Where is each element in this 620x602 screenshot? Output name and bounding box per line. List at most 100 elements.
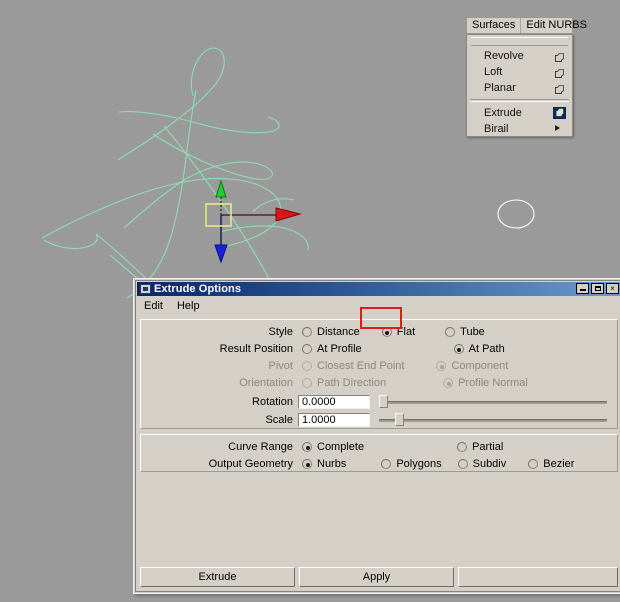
extrude-button[interactable]: Extrude — [140, 567, 295, 587]
radio-orientation-profile-normal — [443, 378, 454, 388]
menu-separator — [470, 99, 569, 102]
manipulator-y-arrow — [215, 179, 227, 198]
nurbs-circle — [497, 199, 535, 229]
pivot-row: Pivot Closest End Point Component — [141, 359, 617, 373]
flat-option-highlight-annotation — [360, 307, 402, 329]
scale-slider[interactable] — [379, 413, 607, 427]
menu-item-birail[interactable]: Birail — [467, 121, 572, 137]
radio-orientation-path-direction-label: Path Direction — [317, 377, 387, 389]
menu-item-loft[interactable]: Loft — [467, 64, 572, 80]
radio-style-tube-label: Tube — [460, 326, 485, 338]
radio-output-bezier-label: Bezier — [543, 458, 575, 470]
radio-style-tube[interactable] — [445, 327, 456, 337]
titlebar-button-group[interactable]: × — [576, 283, 619, 294]
result-position-row: Result Position At Profile At Path — [141, 342, 617, 356]
minimize-button[interactable] — [576, 283, 589, 294]
option-box-icon[interactable] — [555, 67, 564, 78]
pivot-label: Pivot — [268, 360, 293, 372]
menu-item-label: Birail — [484, 123, 509, 135]
radio-output-polygons[interactable] — [381, 459, 392, 469]
nurbs-curve-5 — [41, 177, 282, 247]
radio-style-distance-label: Distance — [317, 326, 360, 338]
curve-range-label: Curve Range — [228, 441, 293, 453]
radio-result-at-path-label: At Path — [468, 343, 505, 355]
curve-range-row: Curve Range Complete Partial — [141, 440, 617, 454]
close-button[interactable]: × — [606, 283, 619, 294]
radio-output-subdiv-label: Subdiv — [472, 458, 507, 470]
nurbs-curve-4 — [123, 133, 273, 229]
radio-result-at-profile-label: At Profile — [317, 343, 362, 355]
surfaces-menu-panel[interactable]: Revolve Loft Planar Extrude Birail — [466, 34, 573, 137]
rotation-slider[interactable] — [379, 395, 607, 409]
maximize-button[interactable] — [591, 283, 604, 294]
orientation-label: Orientation — [239, 377, 293, 389]
nurbs-curve-group — [41, 47, 309, 303]
radio-result-at-profile[interactable] — [302, 344, 312, 354]
maya-window-icon — [140, 284, 151, 294]
rotation-slider-handle[interactable] — [379, 395, 388, 408]
radio-curve-range-complete-label: Complete — [317, 441, 365, 453]
output-geometry-label: Output Geometry — [208, 458, 293, 470]
radio-output-nurbs-label: Nurbs — [317, 458, 347, 470]
menu-tab-surfaces[interactable]: Surfaces — [467, 18, 522, 33]
radio-curve-range-partial[interactable] — [457, 442, 468, 452]
menu-tearoff-handle[interactable] — [471, 37, 568, 46]
nurbs-curve-2 — [118, 111, 280, 134]
rotation-slider-track — [379, 401, 607, 404]
maya-menu-strip[interactable]: Surfaces Edit NURBS — [466, 17, 587, 34]
radio-style-distance[interactable] — [302, 327, 312, 337]
option-box-icon[interactable] — [555, 51, 564, 62]
radio-orientation-profile-normal-label: Profile Normal — [458, 377, 528, 389]
rotation-input[interactable]: 0.0000 — [298, 395, 370, 409]
rotation-row: Rotation 0.0000 — [141, 395, 617, 409]
radio-output-bezier[interactable] — [528, 459, 539, 469]
dialog-title: Extrude Options — [154, 283, 242, 295]
scale-slider-handle[interactable] — [395, 413, 404, 426]
scale-label: Scale — [265, 414, 293, 426]
menu-item-label: Revolve — [484, 50, 524, 62]
extrude-settings-panel: Style Distance Flat Tube Result Position… — [140, 319, 618, 429]
nurbs-curve-3 — [126, 89, 197, 299]
style-label: Style — [268, 326, 293, 338]
chevron-right-icon — [555, 125, 560, 131]
radio-curve-range-complete[interactable] — [302, 442, 312, 452]
menu-tab-edit-nurbs[interactable]: Edit NURBS — [521, 18, 592, 33]
result-position-label: Result Position — [219, 343, 293, 355]
radio-pivot-component-label: Component — [451, 360, 509, 372]
option-box-icon-selected[interactable] — [553, 107, 566, 119]
radio-orientation-path-direction — [302, 378, 312, 388]
close-icon: × — [610, 284, 615, 293]
radio-curve-range-partial-label: Partial — [472, 441, 504, 453]
option-box-icon[interactable] — [555, 83, 564, 94]
radio-output-polygons-label: Polygons — [396, 458, 442, 470]
menu-item-planar[interactable]: Planar — [467, 80, 572, 96]
radio-pivot-closest-end-point — [302, 361, 312, 371]
dialog-titlebar[interactable]: Extrude Options × — [137, 282, 620, 296]
dialog-menu-edit[interactable]: Edit — [144, 300, 163, 316]
output-geometry-row: Output Geometry Nurbs Polygons Subdiv Be… — [141, 457, 617, 471]
radio-output-nurbs[interactable] — [302, 459, 312, 469]
radio-pivot-component — [436, 361, 447, 371]
scale-row: Scale 1.0000 — [141, 413, 617, 427]
scale-slider-track — [379, 419, 607, 422]
menu-item-label: Planar — [484, 82, 516, 94]
menu-item-label: Loft — [484, 66, 503, 78]
third-button[interactable] — [458, 567, 618, 587]
scale-input[interactable]: 1.0000 — [298, 413, 370, 427]
nurbs-curve-1 — [117, 47, 225, 161]
dialog-menu-help[interactable]: Help — [177, 300, 200, 316]
manipulator-z-arrow — [214, 244, 228, 264]
radio-output-subdiv[interactable] — [457, 459, 468, 469]
radio-pivot-closest-end-point-label: Closest End Point — [317, 360, 405, 372]
nurbs-curve-11 — [252, 198, 295, 213]
radio-result-at-path[interactable] — [453, 344, 464, 354]
orientation-row: Orientation Path Direction Profile Norma… — [141, 376, 617, 390]
menu-item-label: Extrude — [484, 107, 522, 119]
menu-item-revolve[interactable]: Revolve — [467, 48, 572, 64]
apply-button[interactable]: Apply — [299, 567, 454, 587]
nurbs-curve-6 — [43, 233, 98, 250]
manipulator-x-arrow — [275, 207, 302, 222]
rotation-label: Rotation — [252, 396, 293, 408]
nurbs-curve-8 — [219, 225, 309, 251]
menu-item-extrude[interactable]: Extrude — [467, 105, 572, 121]
